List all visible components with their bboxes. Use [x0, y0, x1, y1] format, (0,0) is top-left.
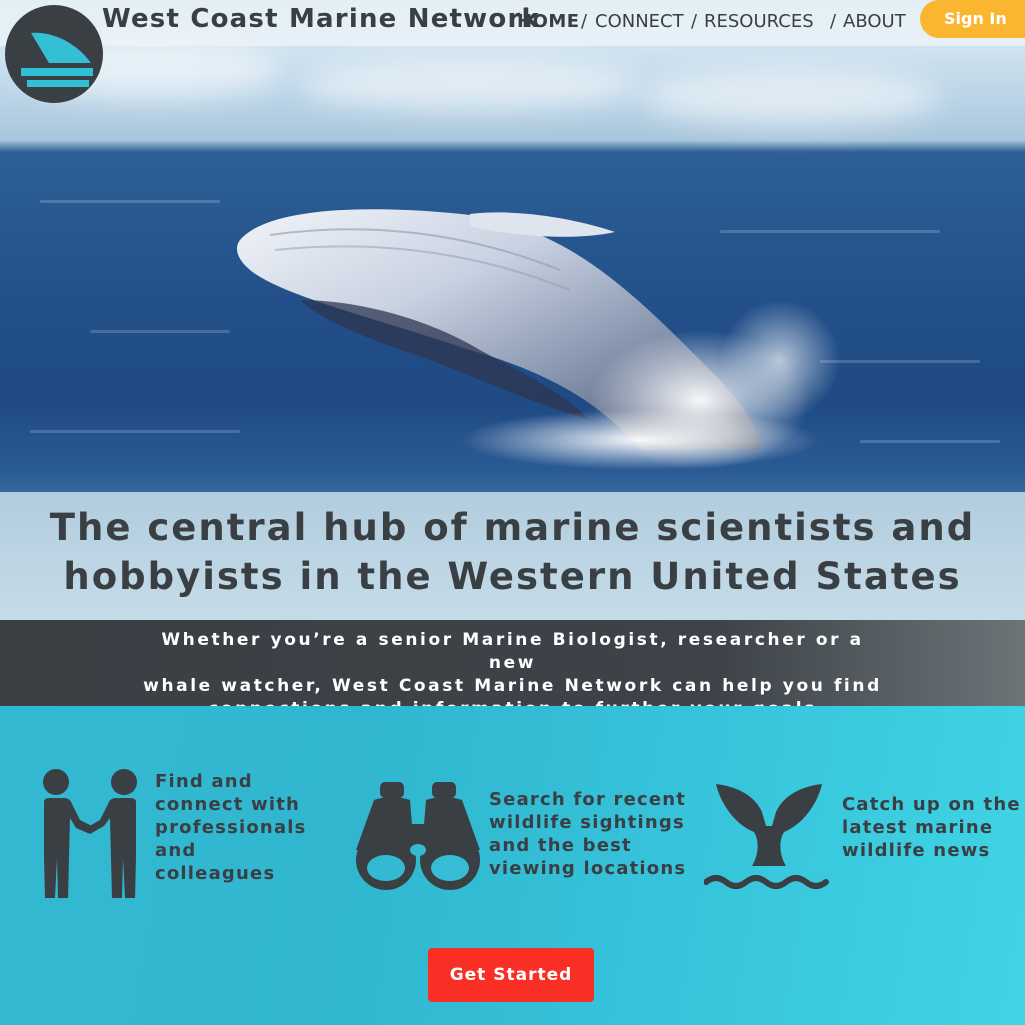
feature-line: and the best [489, 835, 632, 856]
intro-band: Whether you’re a senior Marine Biologist… [0, 620, 1025, 719]
nav-about[interactable]: ABOUT [843, 11, 906, 32]
site-title[interactable]: West Coast Marine Network [102, 4, 540, 34]
feature-connect-text: Find and connect with professionals and … [155, 770, 307, 885]
feature-line: professionals [155, 817, 307, 838]
whale-tail-icon [704, 784, 829, 889]
feature-line: wildlife sightings [489, 812, 685, 833]
feature-line: Search for recent [489, 789, 687, 810]
feature-line: colleagues [155, 863, 276, 884]
hero-headline-line: The central hub of marine scientists and [49, 506, 976, 549]
handshake-icon [43, 769, 137, 898]
feature-line: wildlife news [842, 840, 991, 861]
nav-separator: / [581, 11, 588, 32]
nav-resources[interactable]: RESOURCES [704, 11, 814, 32]
nav-separator: / [691, 11, 698, 32]
feature-line: Find and [155, 771, 253, 792]
feature-line: connect with [155, 794, 301, 815]
nav-connect[interactable]: CONNECT [595, 11, 684, 32]
binoculars-icon [356, 782, 480, 890]
sign-in-button[interactable]: Sign In [920, 0, 1025, 38]
hero-headline-line: hobbyists in the Western United States [63, 555, 962, 598]
feature-line: viewing locations [489, 858, 687, 879]
hero-tagline: The central hub of marine scientists and… [0, 492, 1025, 620]
intro-line: Whether you’re a senior Marine Biologist… [161, 630, 864, 673]
breaching-whale-image [236, 209, 840, 470]
get-started-button[interactable]: Get Started [428, 948, 594, 1002]
intro-line: whale watcher, West Coast Marine Network… [143, 676, 882, 696]
feature-line: latest marine [842, 817, 994, 838]
nav-separator: / [830, 11, 837, 32]
hero-headline: The central hub of marine scientists and… [0, 492, 1025, 601]
feature-news-text: Catch up on the latest marine wildlife n… [842, 793, 1021, 862]
feature-search-text: Search for recent wildlife sightings and… [489, 788, 686, 880]
feature-line: and [155, 840, 197, 861]
sail-logo-icon [21, 32, 93, 87]
nav-home[interactable]: HOME [517, 11, 580, 32]
logo[interactable] [5, 5, 103, 103]
feature-line: Catch up on the [842, 794, 1021, 815]
